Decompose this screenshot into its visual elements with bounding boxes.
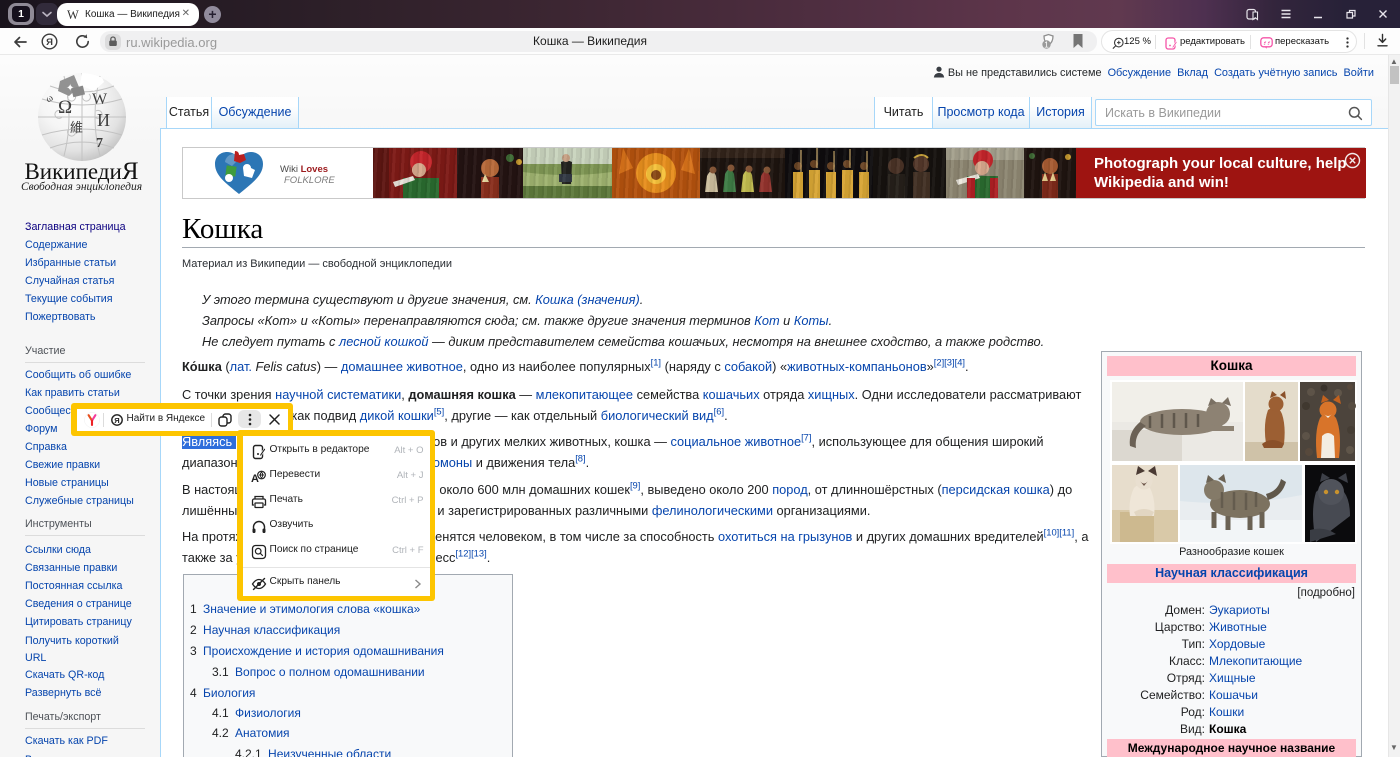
svg-text:Я: Я bbox=[46, 37, 53, 48]
svg-text:И: И bbox=[97, 110, 110, 130]
svg-text:Я: Я bbox=[114, 415, 119, 424]
svg-text:維: 維 bbox=[70, 120, 83, 135]
svg-text:1: 1 bbox=[1044, 39, 1049, 49]
svg-text:W: W bbox=[92, 91, 108, 108]
svg-text:✦: ✦ bbox=[66, 83, 74, 94]
svg-text:7: 7 bbox=[96, 136, 103, 151]
svg-text:Ω: Ω bbox=[58, 97, 72, 118]
